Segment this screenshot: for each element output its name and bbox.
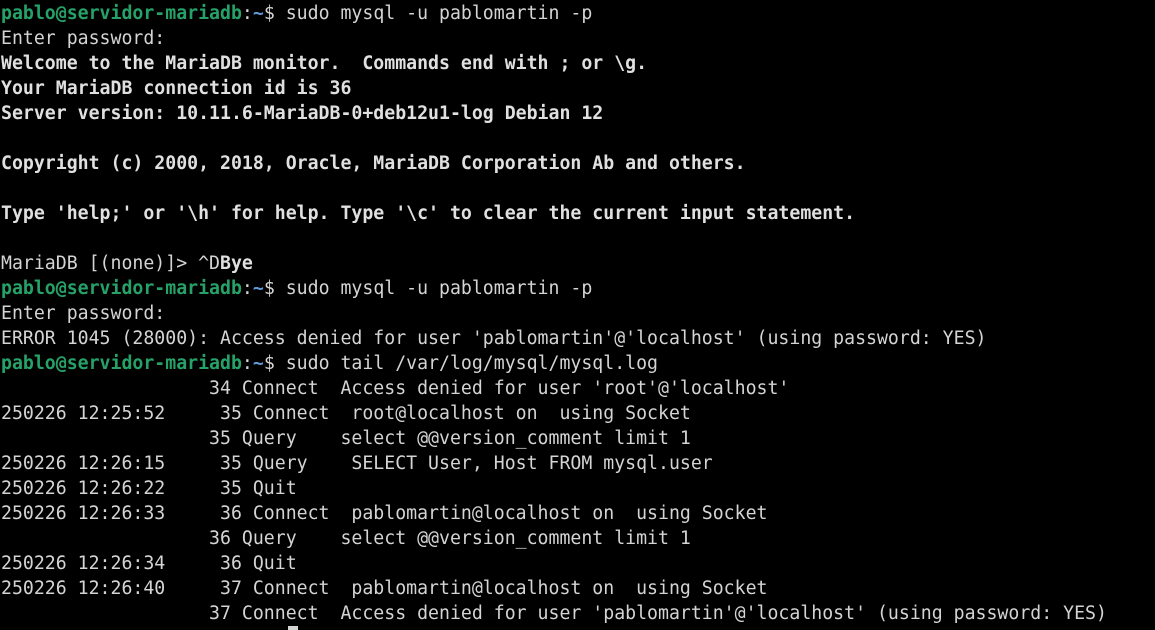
- text-cursor: [288, 626, 298, 630]
- output-line: 36 Query select @@version_comment limit …: [1, 526, 1155, 551]
- mariadb-prompt: MariaDB [(none)]> ^D: [1, 253, 220, 274]
- command-text: sudo mysql -u pablomartin -p: [274, 3, 593, 24]
- prompt-separator: :: [241, 278, 253, 299]
- output-text: 250226 12:25:52 35 Connect root@localhos…: [1, 403, 691, 424]
- output-text: ERROR 1045 (28000): Access denied for us…: [1, 328, 987, 349]
- output-text: Enter password:: [1, 28, 166, 49]
- output-line: 37 Connect Access denied for user 'pablo…: [1, 601, 1155, 626]
- output-line: 250226 12:26:33 36 Connect pablomartin@l…: [1, 501, 1155, 526]
- terminal-window[interactable]: pablo@servidor-mariadb:~$ sudo mysql -u …: [0, 0, 1155, 630]
- output-text: 250226 12:26:40 37 Connect pablomartin@l…: [1, 578, 768, 599]
- prompt-separator: :: [241, 353, 253, 374]
- prompt-path: ~: [252, 353, 264, 374]
- output-text: 250226 12:26:34 36 Quit: [1, 553, 297, 574]
- command-text: sudo tail /var/log/mysql/mysql.log: [274, 353, 659, 374]
- output-text: 250226 12:26:15 35 Query SELECT User, Ho…: [1, 453, 713, 474]
- prompt-path: ~: [252, 3, 264, 24]
- output-line: 250226 12:26:22 35 Quit: [1, 476, 1155, 501]
- output-text: Your MariaDB connection id is 36: [1, 78, 352, 99]
- output-line: 34 Connect Access denied for user 'root'…: [1, 376, 1155, 401]
- prompt-user: pablo@servidor-mariadb: [1, 353, 242, 374]
- output-text: Type 'help;' or '\h' for help. Type '\c'…: [1, 203, 856, 224]
- output-text: 37 Connect Access denied for user 'pablo…: [1, 603, 1107, 624]
- terminal-output: pablo@servidor-mariadb:~$ sudo mysql -u …: [1, 1, 1155, 626]
- output-line: 250226 12:26:40 37 Connect pablomartin@l…: [1, 576, 1155, 601]
- output-line: MariaDB [(none)]> ^DBye: [1, 251, 1155, 276]
- output-text: 250226 12:26:33 36 Connect pablomartin@l…: [1, 503, 768, 524]
- prompt-separator: :: [241, 3, 253, 24]
- output-line: Your MariaDB connection id is 36: [1, 76, 1155, 101]
- output-line: Enter password:: [1, 26, 1155, 51]
- prompt-path: ~: [252, 278, 264, 299]
- output-text: Enter password:: [1, 303, 166, 324]
- prompt-symbol: $: [263, 3, 275, 24]
- output-line: Welcome to the MariaDB monitor. Commands…: [1, 51, 1155, 76]
- output-line: Copyright (c) 2000, 2018, Oracle, MariaD…: [1, 151, 1155, 176]
- bye-text: Bye: [220, 253, 253, 274]
- prompt-line: pablo@servidor-mariadb:~$ sudo mysql -u …: [1, 1, 1155, 26]
- prompt-line: pablo@servidor-mariadb:~$ sudo tail /var…: [1, 351, 1155, 376]
- output-text: 250226 12:26:22 35 Quit: [1, 478, 297, 499]
- output-line: Type 'help;' or '\h' for help. Type '\c'…: [1, 201, 1155, 226]
- output-line: Enter password:: [1, 301, 1155, 326]
- prompt-symbol: $: [263, 353, 275, 374]
- output-text: Copyright (c) 2000, 2018, Oracle, MariaD…: [1, 153, 746, 174]
- output-line: 250226 12:25:52 35 Connect root@localhos…: [1, 401, 1155, 426]
- output-line: 250226 12:26:34 36 Quit: [1, 551, 1155, 576]
- output-text: 34 Connect Access denied for user 'root'…: [1, 378, 790, 399]
- command-text: sudo mysql -u pablomartin -p: [274, 278, 593, 299]
- output-text: Server version: 10.11.6-MariaDB-0+deb12u…: [1, 103, 604, 124]
- output-text: 36 Query select @@version_comment limit …: [1, 528, 691, 549]
- output-line: ERROR 1045 (28000): Access denied for us…: [1, 326, 1155, 351]
- prompt-symbol: $: [263, 278, 275, 299]
- output-text: Welcome to the MariaDB monitor. Commands…: [1, 53, 648, 74]
- output-line: Server version: 10.11.6-MariaDB-0+deb12u…: [1, 101, 1155, 126]
- output-line: 250226 12:26:15 35 Query SELECT User, Ho…: [1, 451, 1155, 476]
- prompt-user: pablo@servidor-mariadb: [1, 278, 242, 299]
- output-line: 35 Query select @@version_comment limit …: [1, 426, 1155, 451]
- prompt-line: pablo@servidor-mariadb:~$ sudo mysql -u …: [1, 276, 1155, 301]
- output-text: 35 Query select @@version_comment limit …: [1, 428, 691, 449]
- prompt-user: pablo@servidor-mariadb: [1, 3, 242, 24]
